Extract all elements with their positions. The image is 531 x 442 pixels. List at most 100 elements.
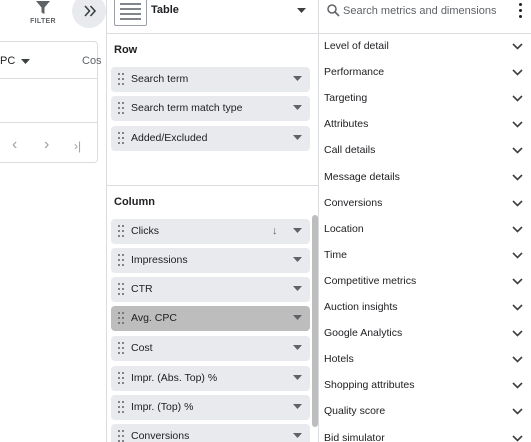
category-label: Competitive metrics xyxy=(324,274,417,287)
column-chip-impr-top[interactable]: Impr. (Top) % xyxy=(111,395,310,420)
column-chip-clicks[interactable]: Clicks ↓ xyxy=(111,219,310,244)
caret-down-icon[interactable] xyxy=(293,375,302,380)
category-item[interactable]: Shopping attributes xyxy=(319,373,531,399)
drag-handle-icon[interactable] xyxy=(118,254,124,266)
drag-handle-icon[interactable] xyxy=(118,132,124,144)
metrics-search[interactable] xyxy=(319,0,531,34)
column-chip-label: Impressions xyxy=(131,254,188,266)
drag-handle-icon[interactable] xyxy=(118,342,124,354)
category-item[interactable]: Bid simulator xyxy=(319,426,531,442)
column-header-cost[interactable]: Cos xyxy=(82,55,102,67)
caret-down-icon xyxy=(21,58,31,64)
caret-down-icon[interactable] xyxy=(293,135,302,140)
visualization-select[interactable]: Table xyxy=(107,0,319,34)
row-chip-search-term-match-type[interactable]: Search term match type xyxy=(111,96,310,121)
row-chip-added-excluded[interactable]: Added/Excluded xyxy=(111,126,310,151)
category-label: Performance xyxy=(324,66,385,79)
category-item[interactable]: Hotels xyxy=(319,347,531,373)
report-table: PC Cos ‹ › ›| xyxy=(0,41,102,163)
next-page-button[interactable]: › xyxy=(44,136,49,154)
column-chip-cost[interactable]: Cost xyxy=(111,336,310,361)
drag-handle-icon[interactable] xyxy=(118,312,124,324)
category-item[interactable]: Quality score xyxy=(319,399,531,425)
caret-down-icon[interactable] xyxy=(293,257,302,262)
filter-button[interactable]: FILTER xyxy=(24,0,62,32)
caret-down-icon[interactable] xyxy=(293,345,302,350)
double-chevron-right-icon xyxy=(84,5,97,17)
chevron-down-icon xyxy=(512,95,523,102)
category-label: Shopping attributes xyxy=(324,379,415,392)
row-chip-label: Search term xyxy=(131,73,189,85)
category-item[interactable]: Performance xyxy=(319,60,531,86)
caret-down-icon[interactable] xyxy=(293,404,302,409)
sort-descending-icon[interactable]: ↓ xyxy=(272,225,278,237)
more-options-icon[interactable] xyxy=(515,2,527,20)
column-header-cpc[interactable]: PC xyxy=(0,55,31,67)
column-chip-avg-cpc[interactable]: Avg. CPC xyxy=(111,306,310,331)
column-chip-label: Impr. (Abs. Top) % xyxy=(131,372,218,384)
table-icon xyxy=(114,0,147,26)
search-icon xyxy=(327,4,340,17)
category-item[interactable]: Conversions xyxy=(319,191,531,217)
caret-down-icon[interactable] xyxy=(293,105,302,110)
category-label: Google Analytics xyxy=(324,327,403,340)
column-header-cpc-label: PC xyxy=(0,55,16,67)
column-section-title: Column xyxy=(114,196,155,208)
last-page-button[interactable]: ›| xyxy=(74,139,81,153)
category-label: Location xyxy=(324,222,364,235)
category-item[interactable]: Auction insights xyxy=(319,295,531,321)
drag-handle-icon[interactable] xyxy=(118,430,124,442)
caret-down-icon[interactable] xyxy=(293,315,302,320)
category-item[interactable]: Level of detail xyxy=(319,34,531,60)
drag-handle-icon[interactable] xyxy=(118,283,124,295)
caret-down-icon[interactable] xyxy=(293,76,302,81)
drag-handle-icon[interactable] xyxy=(118,225,124,237)
row-chip-label: Added/Excluded xyxy=(131,132,208,144)
category-item[interactable]: Location xyxy=(319,217,531,243)
row-chip-label: Search term match type xyxy=(131,102,243,114)
column-chip-impressions[interactable]: Impressions xyxy=(111,248,310,273)
table-editor: Table Row Search term Search term match … xyxy=(106,0,319,442)
caret-down-icon[interactable] xyxy=(293,433,302,438)
category-label: Auction insights xyxy=(324,301,398,313)
caret-down-icon[interactable] xyxy=(293,286,302,291)
pagination: ‹ › ›| xyxy=(0,136,98,162)
column-chip-ctr[interactable]: CTR xyxy=(111,277,310,302)
category-item[interactable]: Message details xyxy=(319,165,531,191)
column-chip-label: Avg. CPC xyxy=(131,312,177,324)
visualization-label: Table xyxy=(151,4,179,16)
category-item[interactable]: Time xyxy=(319,243,531,269)
column-chip-impr-abs-top[interactable]: Impr. (Abs. Top) % xyxy=(111,366,310,391)
filter-label: FILTER xyxy=(30,18,56,25)
category-item[interactable]: Competitive metrics xyxy=(319,269,531,295)
category-item[interactable]: Attributes xyxy=(319,112,531,138)
category-item[interactable]: Google Analytics xyxy=(319,321,531,347)
drag-handle-icon[interactable] xyxy=(118,102,124,114)
column-chip-conversions[interactable]: Conversions xyxy=(111,424,310,442)
column-chip-label: Conversions xyxy=(131,430,190,442)
category-label: Time xyxy=(324,248,347,261)
expand-panel-button[interactable] xyxy=(72,0,106,28)
column-chip-label: Cost xyxy=(131,342,153,354)
chevron-down-icon xyxy=(512,408,523,416)
drag-handle-icon[interactable] xyxy=(118,372,124,384)
category-label: Targeting xyxy=(324,92,368,105)
chevron-down-icon xyxy=(512,173,523,181)
editor-scrollbar[interactable] xyxy=(312,215,318,427)
chevron-down-icon xyxy=(512,330,523,337)
row-chip-search-term[interactable]: Search term xyxy=(111,67,310,92)
metrics-panel: Level of detail Performance Targeting Attri… xyxy=(319,0,531,442)
chevron-down-icon xyxy=(512,356,523,363)
drag-handle-icon[interactable] xyxy=(118,73,124,85)
caret-down-icon[interactable] xyxy=(293,228,302,233)
drag-handle-icon[interactable] xyxy=(118,401,124,413)
category-item[interactable]: Call details xyxy=(319,138,531,164)
prev-page-button[interactable]: ‹ xyxy=(12,136,17,154)
caret-down-icon xyxy=(297,8,306,13)
chevron-down-icon xyxy=(512,434,523,442)
category-item[interactable]: Targeting xyxy=(319,86,531,112)
column-chip-label: CTR xyxy=(131,283,153,295)
metrics-search-input[interactable] xyxy=(343,2,513,20)
chevron-down-icon xyxy=(512,252,523,259)
category-label: Attributes xyxy=(324,118,369,131)
